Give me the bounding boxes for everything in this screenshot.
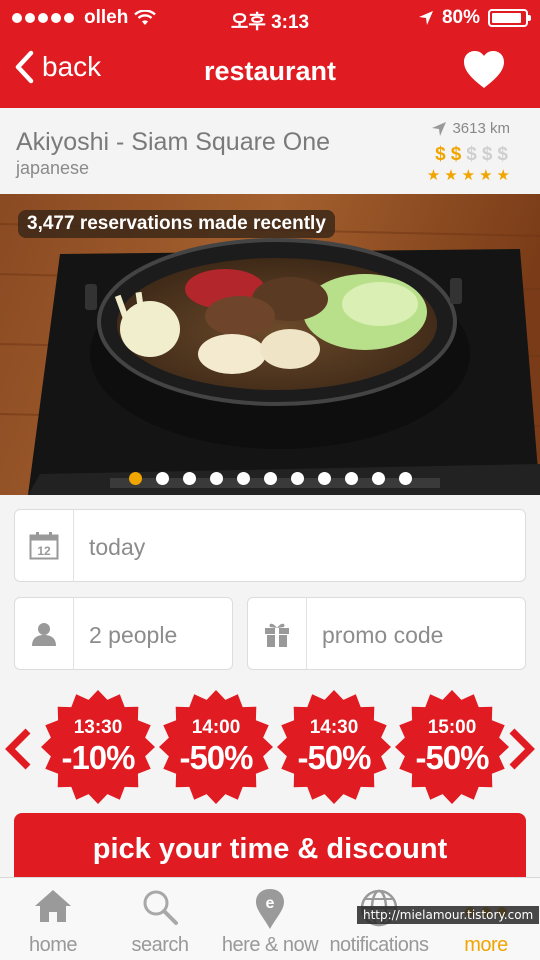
promo-code-field[interactable]: promo code — [247, 597, 526, 670]
restaurant-cuisine: japanese — [16, 158, 90, 178]
distance: 3613 km — [431, 120, 510, 137]
tab-here-and-now[interactable]: e here & now — [214, 878, 326, 960]
pager-dot[interactable] — [344, 472, 358, 485]
prev-slots-arrow[interactable] — [4, 727, 32, 771]
time-slot-badge[interactable]: 15:00 -50% — [394, 689, 510, 805]
star-icon: ★ — [426, 167, 441, 184]
tab-home[interactable]: home — [0, 878, 106, 960]
battery-percent: 80% — [441, 7, 480, 28]
search-icon — [143, 890, 178, 925]
slot-discount: -50% — [415, 739, 489, 776]
time-slot-carousel: 13:30 -10% 14:00 -50% 14:30 -50% 15:00 -50% — [0, 685, 540, 810]
location-arrow-icon — [418, 11, 433, 25]
pager-dot[interactable] — [263, 472, 277, 485]
tab-search[interactable]: search — [106, 878, 214, 960]
gift-icon — [265, 623, 289, 647]
pager-dot[interactable] — [155, 472, 169, 485]
next-slots-arrow[interactable] — [508, 727, 536, 771]
location-pin-icon: e — [256, 889, 284, 929]
pager-dot[interactable] — [398, 472, 412, 485]
battery-icon — [488, 9, 531, 27]
tab-notifications-label: notifications — [329, 934, 429, 956]
price-level: $ $ $ $ $ — [435, 144, 508, 166]
pager-dot[interactable] — [236, 472, 250, 485]
calendar-number: 12 — [37, 544, 51, 558]
restaurant-header: Akiyoshi - Siam Square One japanese 3613… — [0, 108, 540, 194]
price-symbol: $ — [497, 144, 508, 165]
price-symbol: $ — [450, 144, 462, 165]
slot-time: 15:00 — [427, 717, 477, 738]
status-bar: olleh 오후 3:13 80% — [0, 0, 540, 36]
star-icon: ★ — [461, 167, 476, 184]
sukiyaki-photo — [0, 194, 540, 495]
promo-code-input[interactable]: promo code — [322, 622, 443, 649]
date-value: today — [89, 534, 146, 560]
pager-dot[interactable] — [371, 472, 385, 485]
navigation-arrow-icon — [432, 121, 447, 136]
calendar-icon: 12 — [29, 531, 59, 559]
slot-time: 14:30 — [309, 717, 359, 738]
restaurant-name: Akiyoshi - Siam Square One — [16, 128, 331, 156]
tab-home-label: home — [28, 934, 78, 956]
pager-dot[interactable] — [209, 472, 223, 485]
star-icon: ★ — [479, 167, 493, 184]
heart-icon — [464, 51, 504, 88]
slot-discount: -50% — [297, 739, 371, 776]
page-title: restaurant — [203, 56, 337, 86]
pager-dot[interactable] — [128, 472, 142, 485]
reservations-badge: 3,477 reservations made recently — [18, 210, 335, 238]
people-field[interactable]: 2 people — [14, 597, 233, 670]
nav-bar: back restaurant — [0, 36, 540, 108]
time-slot-badge[interactable]: 14:00 -50% — [158, 689, 274, 805]
tab-more-label: more — [464, 934, 508, 956]
price-symbol: $ — [466, 144, 477, 165]
restaurant-photo[interactable]: 3,477 reservations made recently — [0, 194, 540, 495]
pager-dot[interactable] — [290, 472, 304, 485]
people-value: 2 people — [89, 622, 178, 648]
time-slot-badge[interactable]: 14:30 -50% — [276, 689, 392, 805]
star-rating: ★ ★ ★ ★ ★ — [427, 166, 510, 184]
tab-search-label: search — [131, 934, 189, 956]
home-icon — [35, 890, 71, 922]
favorite-button[interactable] — [462, 50, 506, 95]
person-icon — [32, 622, 56, 646]
slot-discount: -50% — [179, 739, 253, 776]
svg-text:e: e — [266, 895, 275, 912]
tab-here-now-label: here & now — [221, 934, 319, 956]
top-bar: olleh 오후 3:13 80% back restaurant — [0, 0, 540, 108]
watermark: http://mielamour.tistory.com — [357, 906, 540, 924]
pager-dot[interactable] — [182, 472, 196, 485]
distance-value: 3613 km — [452, 120, 510, 137]
time-slot-badge[interactable]: 13:30 -10% — [40, 689, 156, 805]
star-icon: ★ — [496, 167, 510, 184]
price-symbol: $ — [481, 144, 493, 165]
star-icon: ★ — [444, 167, 458, 184]
date-field[interactable]: 12 today — [14, 509, 526, 582]
pager-dot[interactable] — [317, 472, 331, 485]
slot-time: 13:30 — [73, 717, 123, 738]
photo-pager[interactable] — [0, 472, 540, 485]
price-symbol: $ — [435, 144, 446, 165]
slot-discount: -10% — [61, 739, 135, 776]
slot-time: 14:00 — [191, 717, 241, 738]
